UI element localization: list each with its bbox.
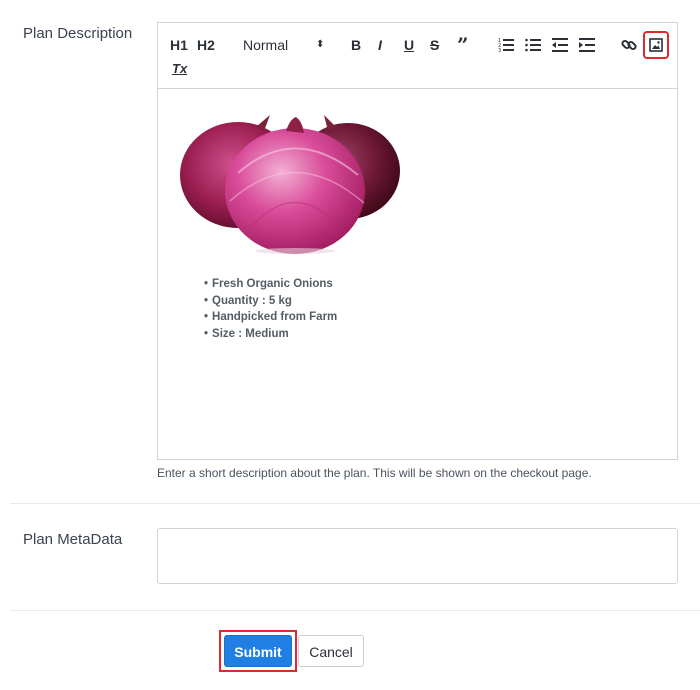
bullet-item: Size : Medium bbox=[204, 326, 337, 343]
description-help-text: Enter a short description about the plan… bbox=[157, 466, 592, 480]
bullet-item: Handpicked from Farm bbox=[204, 309, 337, 326]
rich-text-editor[interactable]: H1 H2 Normal ⬍ B I U S ” 1 2 3 Tx • Fres… bbox=[157, 22, 678, 460]
ordered-list-button[interactable]: 1 2 3 bbox=[498, 35, 514, 55]
bold-button[interactable]: B bbox=[351, 35, 361, 55]
plan-form: Plan Description H1 H2 Normal ⬍ B I U S … bbox=[0, 0, 700, 690]
plan-metadata-label: Plan MetaData bbox=[23, 531, 123, 548]
ordered-list-icon: 1 2 3 bbox=[498, 38, 514, 53]
heading-2-button[interactable]: H2 bbox=[197, 35, 215, 55]
heading-2-label: H2 bbox=[197, 37, 215, 53]
outdent-icon bbox=[552, 38, 568, 52]
link-icon bbox=[621, 39, 637, 51]
indent-icon bbox=[579, 38, 595, 52]
plan-metadata-input[interactable] bbox=[157, 528, 678, 584]
select-arrows-icon: ⬍ bbox=[316, 39, 325, 50]
format-select[interactable]: Normal ⬍ bbox=[243, 35, 333, 55]
insert-image-button[interactable] bbox=[643, 31, 669, 59]
section-divider bbox=[10, 503, 700, 504]
bullet-item: Fresh Organic Onions bbox=[204, 276, 337, 293]
italic-label: I bbox=[378, 37, 382, 53]
heading-1-button[interactable]: H1 bbox=[170, 35, 188, 55]
cancel-button[interactable]: Cancel bbox=[298, 635, 364, 667]
outdent-button[interactable] bbox=[552, 35, 568, 55]
clear-format-button[interactable]: Tx bbox=[172, 59, 187, 79]
bold-label: B bbox=[351, 37, 362, 53]
blockquote-label: ” bbox=[457, 33, 469, 57]
editor-toolbar: H1 H2 Normal ⬍ B I U S ” 1 2 3 Tx bbox=[158, 23, 677, 89]
section-divider bbox=[10, 610, 700, 611]
svg-text:3: 3 bbox=[498, 48, 501, 53]
image-icon bbox=[649, 38, 663, 52]
link-button[interactable] bbox=[621, 35, 637, 55]
bullet-list-icon bbox=[525, 38, 541, 52]
strikethrough-button[interactable]: S bbox=[430, 35, 439, 55]
submit-highlight: Submit bbox=[219, 630, 297, 672]
format-select-value: Normal bbox=[243, 37, 289, 53]
bullet-list-button[interactable] bbox=[525, 35, 541, 55]
plan-description-label: Plan Description bbox=[23, 25, 133, 42]
clear-format-label: Tx bbox=[172, 61, 188, 76]
bullet-item: Quantity : 5 kg bbox=[204, 293, 337, 310]
heading-1-label: H1 bbox=[170, 37, 188, 53]
onions-image bbox=[180, 115, 400, 254]
submit-button[interactable]: Submit bbox=[224, 635, 292, 667]
product-bullets: Fresh Organic Onions Quantity : 5 kg Han… bbox=[204, 276, 337, 342]
underline-button[interactable]: U bbox=[404, 35, 414, 55]
editor-content[interactable]: Fresh Organic Onions Quantity : 5 kg Han… bbox=[158, 89, 677, 459]
blockquote-button[interactable]: ” bbox=[457, 35, 469, 55]
italic-button[interactable]: I bbox=[378, 35, 382, 55]
underline-label: U bbox=[404, 37, 415, 53]
indent-button[interactable] bbox=[579, 35, 595, 55]
strikethrough-label: S bbox=[430, 37, 440, 53]
